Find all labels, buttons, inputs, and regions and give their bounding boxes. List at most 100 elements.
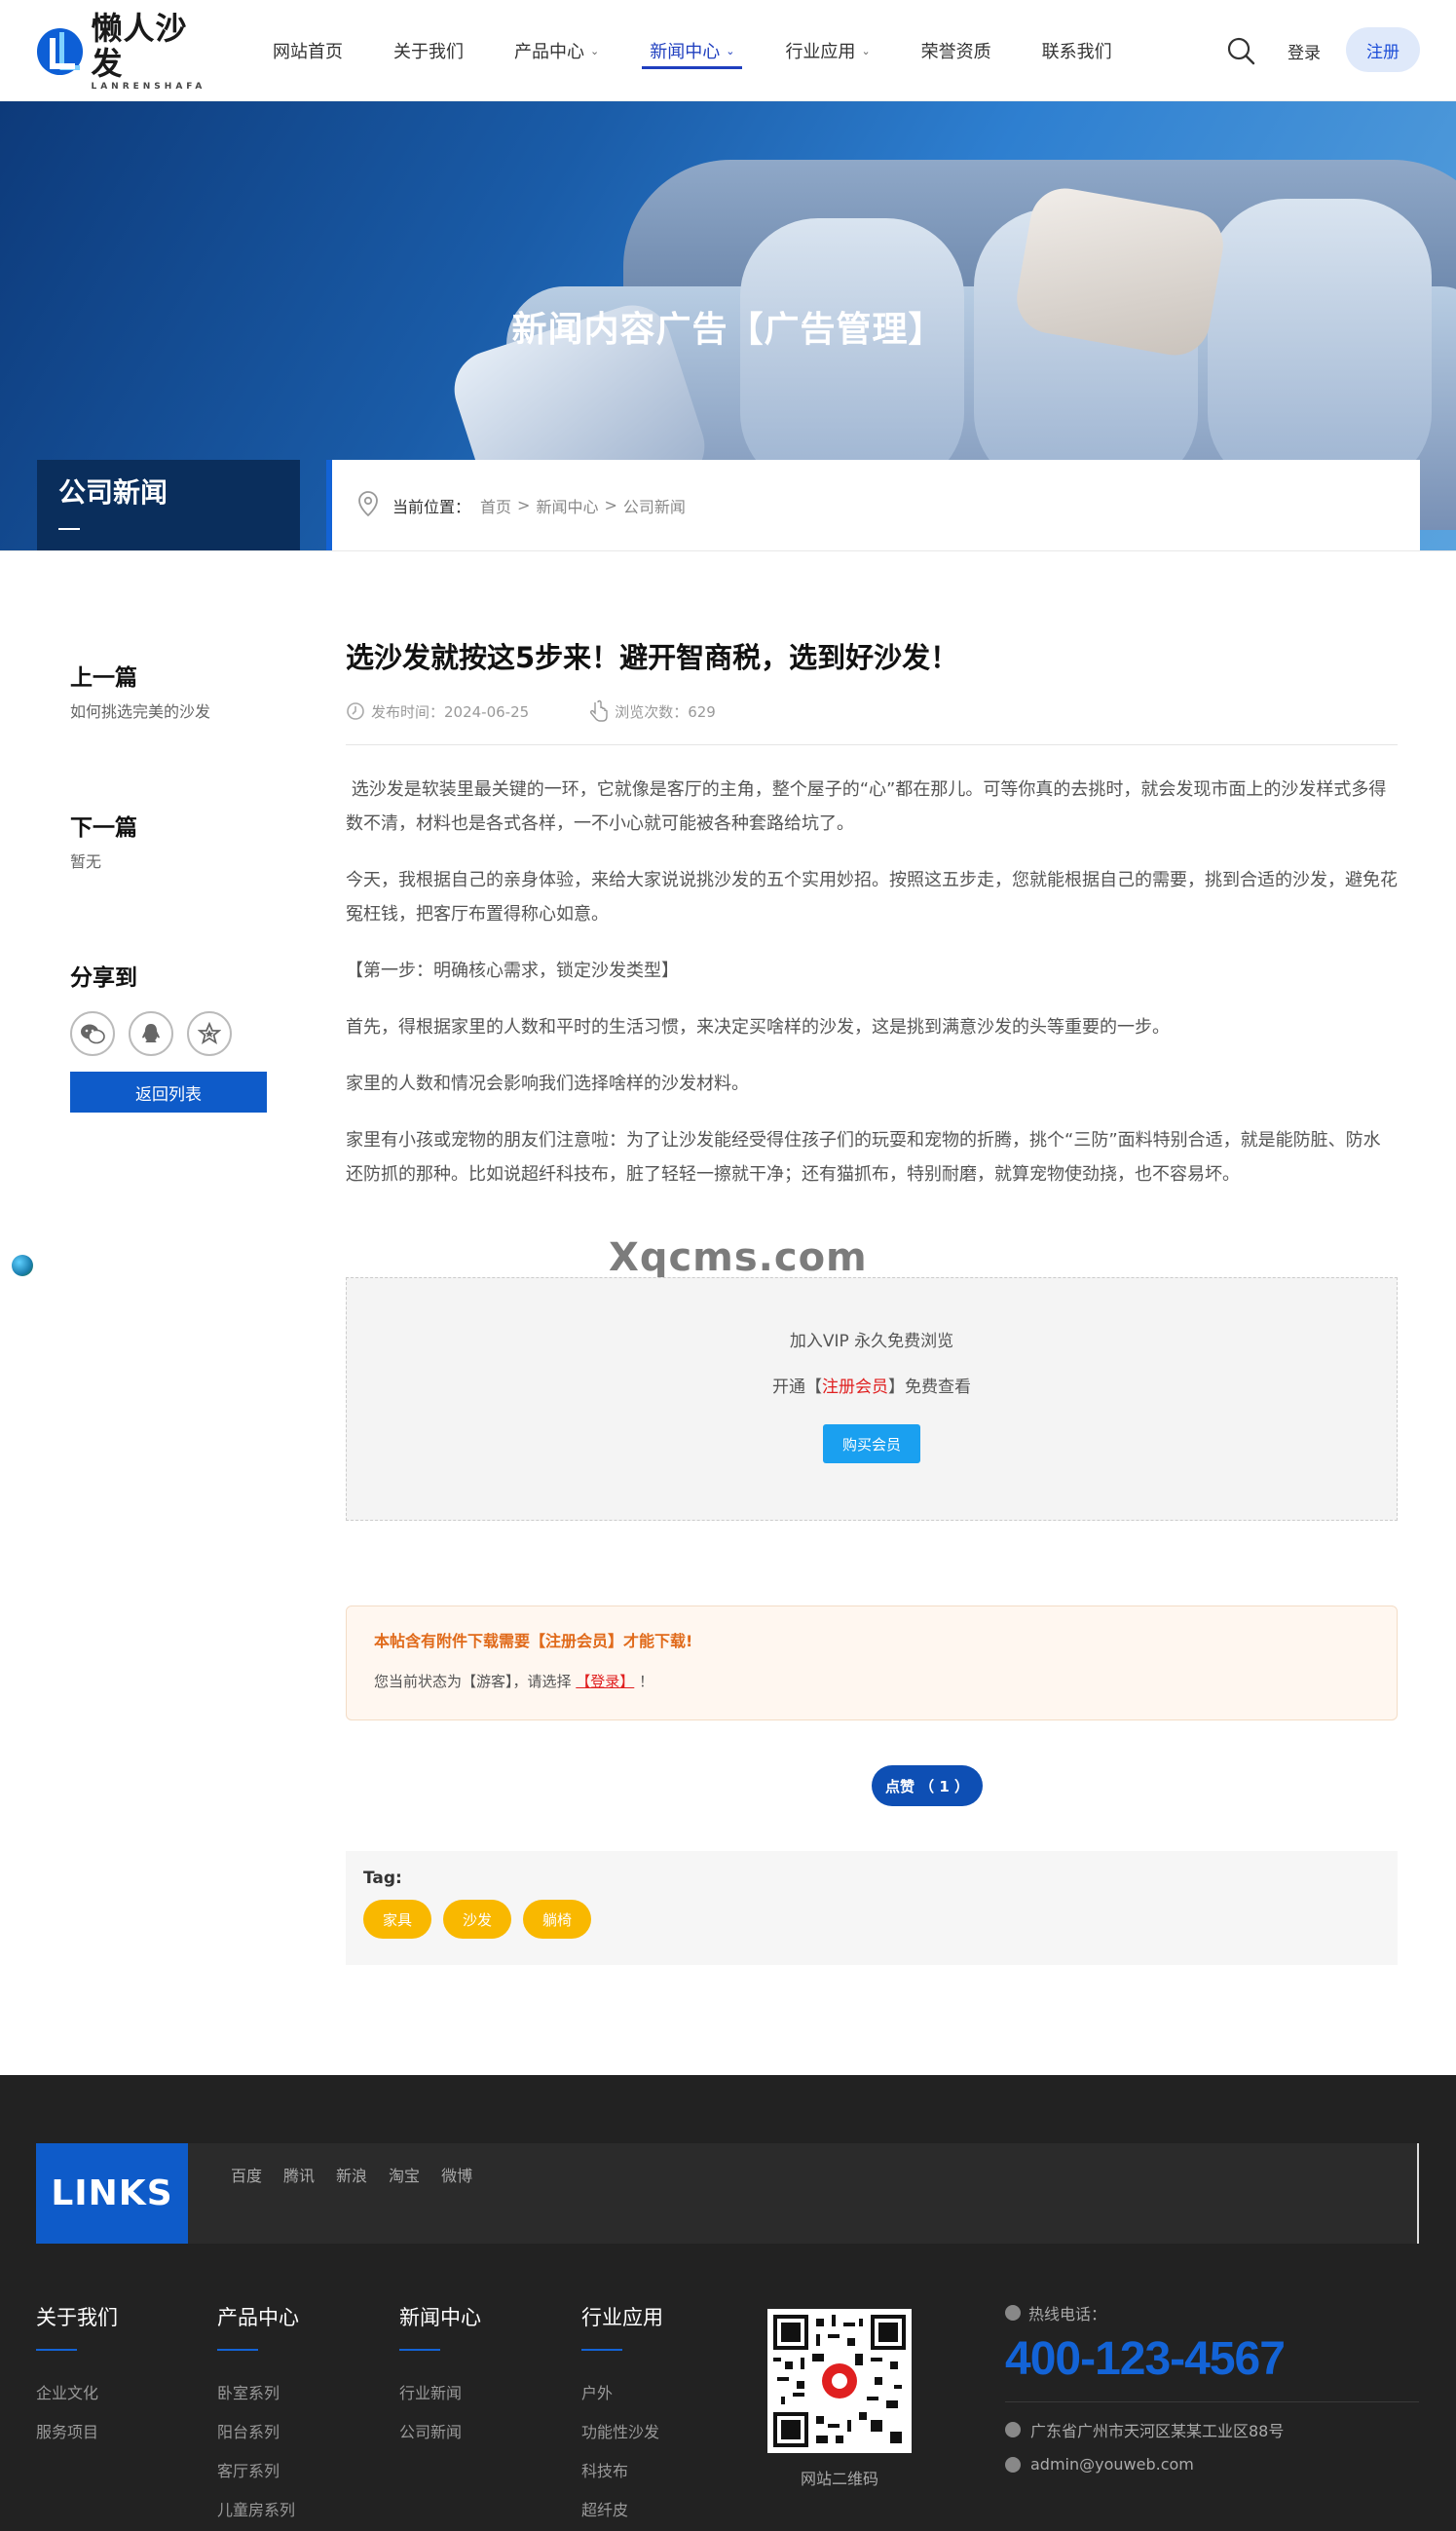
nav-industry[interactable]: 行业应用 ⌄ (767, 0, 887, 101)
footer-link[interactable]: 超纤皮 (581, 2491, 663, 2530)
site-header: 懒人沙发 LANRENSHAFA 网站首页 关于我们 产品中心 ⌄ 新闻中心 ⌄ 行… (0, 0, 1456, 101)
prev-heading: 上一篇 (70, 665, 137, 691)
attachment-status: 您当前状态为【游客】，请选择 【登录】 ！ (374, 1673, 654, 1690)
tag-box: Tag: 家具 沙发 躺椅 (346, 1851, 1398, 1965)
footer-link[interactable]: 阳台系列 (217, 2413, 299, 2452)
footer-link[interactable]: 户外 (581, 2374, 663, 2413)
friend-link[interactable]: 微博 (441, 2163, 472, 2186)
register-member-link[interactable]: 注册会员 (822, 1378, 888, 1397)
like-button[interactable]: 点赞 （ 1 ） (872, 1765, 983, 1806)
article-paragraph: 家里有小孩或宠物的朋友们注意啦：为了让沙发能经受得住孩子们的玩耍和宠物的折腾，挑… (346, 1130, 1381, 1185)
qr-caption: 网站二维码 (800, 2470, 878, 2488)
chevron-down-icon: ⌄ (726, 44, 735, 57)
logo-icon (37, 28, 84, 75)
phone-icon (1005, 2305, 1021, 2321)
login-link-inline[interactable]: 【登录】 (576, 1673, 634, 1690)
nav-products[interactable]: 产品中心 ⌄ (497, 0, 616, 101)
article-paragraph: 选沙发是软装里最关键的一环，它就像是客厅的主角，整个屋子的“心”都在那儿。可等你… (346, 779, 1387, 834)
friend-link[interactable]: 新浪 (336, 2163, 367, 2186)
footer-col-about: 关于我们 企业文化 服务项目 (36, 2302, 118, 2452)
chevron-down-icon: ⌄ (590, 44, 600, 57)
banner-title: 新闻内容广告【广告管理】 (511, 310, 945, 350)
nav-home[interactable]: 网站首页 (255, 0, 360, 101)
footer-link[interactable]: 客厅系列 (217, 2452, 299, 2491)
friend-link[interactable]: 腾讯 (283, 2163, 315, 2186)
footer-contact: 热线电话： 400-123-4567 广东省广州市天河区某某工业区88号 adm… (1005, 2301, 1419, 2474)
register-button[interactable]: 注册 (1346, 27, 1420, 72)
favorite-star-icon[interactable] (187, 1011, 232, 1056)
links-badge: LINKS (36, 2143, 188, 2244)
view-count: 浏览次数：629 (587, 699, 716, 723)
friend-link[interactable]: 淘宝 (389, 2163, 420, 2186)
tag-item[interactable]: 躺椅 (523, 1900, 592, 1939)
search-icon[interactable] (1225, 35, 1256, 66)
logo-name: 懒人沙发 (91, 10, 188, 82)
footer-link[interactable]: 行业新闻 (399, 2374, 481, 2413)
vip-paywall: 加入VIP 永久免费浏览 开通【注册会员】免费查看 购买会员 (346, 1277, 1398, 1521)
article-meta: 发布时间：2024-06-25 浏览次数：629 (346, 699, 1398, 723)
article-sidebar: 上一篇 如何挑选完美的沙发 下一篇 暂无 分享到 返回列表 (70, 659, 270, 1113)
vip-register-text: 开通【注册会员】免费查看 (772, 1378, 971, 1397)
breadcrumb-news[interactable]: 新闻中心 (536, 494, 598, 517)
article-paragraph: 首先，得根据家里的人数和平时的生活习惯，来决定买啥样的沙发，这是挑到满意沙发的头… (346, 1017, 1170, 1038)
qq-icon[interactable] (129, 1011, 173, 1056)
tag-label: Tag: (363, 1869, 402, 1888)
friend-link[interactable]: 百度 (231, 2163, 262, 2186)
friend-links: LINKS 百度 腾讯 新浪 淘宝 微博 (36, 2143, 1419, 2244)
chevron-down-icon: ⌄ (861, 44, 871, 57)
footer-link[interactable]: 儿童房系列 (217, 2491, 299, 2530)
footer-col-products: 产品中心 卧室系列 阳台系列 客厅系列 儿童房系列 (217, 2302, 299, 2530)
tag-item[interactable]: 家具 (363, 1900, 432, 1939)
pointer-hand-icon (590, 699, 608, 722)
nav-honors[interactable]: 荣誉资质 (904, 0, 1009, 101)
tag-item[interactable]: 沙发 (443, 1900, 512, 1939)
address: 广东省广州市天河区某某工业区88号 (1030, 2422, 1285, 2440)
wechat-icon[interactable] (70, 1011, 115, 1056)
hotline-number[interactable]: 400-123-4567 (1005, 2332, 1419, 2386)
share-heading: 分享到 (70, 965, 137, 991)
location-icon (1005, 2422, 1021, 2437)
article-paragraph: 家里的人数和情况会影响我们选择啥样的沙发材料。 (346, 1074, 749, 1094)
email-icon (1005, 2456, 1021, 2473)
breadcrumb-label: 当前位置： (392, 497, 471, 516)
footer-link[interactable]: 卧室系列 (217, 2374, 299, 2413)
share-buttons (70, 1011, 270, 1056)
footer-link[interactable]: 服务项目 (36, 2413, 118, 2452)
buy-membership-button[interactable]: 购买会员 (823, 1424, 920, 1463)
attachment-notice: 本帖含有附件下载需要【注册会员】才能下载! 您当前状态为【游客】，请选择 【登录… (346, 1605, 1398, 1720)
next-article-text: 暂无 (70, 852, 102, 871)
vip-text: 加入VIP 永久免费浏览 (789, 1332, 954, 1351)
breadcrumb-company-news[interactable]: 公司新闻 (623, 494, 686, 517)
next-heading: 下一篇 (70, 815, 137, 841)
footer-link[interactable]: 企业文化 (36, 2374, 118, 2413)
qr-code (767, 2309, 912, 2453)
article-paragraph: 【第一步：明确核心需求，锁定沙发类型】 (346, 961, 679, 981)
email: admin@youweb.com (1030, 2455, 1194, 2474)
breadcrumb-home[interactable]: 首页 (480, 494, 511, 517)
site-logo[interactable]: 懒人沙发 LANRENSHAFA (37, 11, 218, 92)
section-label: 公司新闻 (37, 460, 300, 550)
login-link[interactable]: 登录 (1288, 39, 1321, 63)
footer-link[interactable]: 公司新闻 (399, 2413, 481, 2452)
location-pin-icon (357, 490, 379, 520)
breadcrumb: 当前位置： 首页 > 新闻中心 > 公司新闻 (326, 460, 1420, 550)
footer-col-news: 新闻中心 行业新闻 公司新闻 (399, 2302, 481, 2452)
publish-date: 发布时间：2024-06-25 (346, 701, 529, 722)
footer-link[interactable]: 科技布 (581, 2452, 663, 2491)
prev-article-link[interactable]: 如何挑选完美的沙发 (70, 701, 270, 723)
footer-link[interactable]: 功能性沙发 (581, 2413, 663, 2452)
article-title: 选沙发就按这5步来！避开智商税，选到好沙发！ (346, 641, 959, 674)
article-paragraph: 今天，我根据自己的亲身体验，来给大家说说挑沙发的五个实用妙招。按照这五步走，您就… (346, 870, 1398, 925)
logo-subtitle: LANRENSHAFA (91, 82, 206, 92)
footer-col-industry: 行业应用 户外 功能性沙发 科技布 超纤皮 (581, 2302, 663, 2530)
nav-news[interactable]: 新闻中心 ⌄ (632, 0, 752, 101)
nav-about[interactable]: 关于我们 (376, 0, 481, 101)
article: 选沙发就按这5步来！避开智商税，选到好沙发！ 发布时间：2024-06-25 浏… (346, 633, 1398, 1214)
back-to-list-button[interactable]: 返回列表 (70, 1072, 267, 1113)
clock-icon (347, 702, 364, 720)
globe-icon[interactable] (12, 1255, 33, 1276)
watermark-text: Xqcms.com (609, 1235, 868, 1280)
nav-contact[interactable]: 联系我们 (1025, 0, 1130, 101)
attachment-title: 本帖含有附件下载需要【注册会员】才能下载! (374, 1632, 693, 1650)
article-body: 选沙发是软装里最关键的一环，它就像是客厅的主角，整个屋子的“心”都在那儿。可等你… (346, 773, 1398, 1191)
